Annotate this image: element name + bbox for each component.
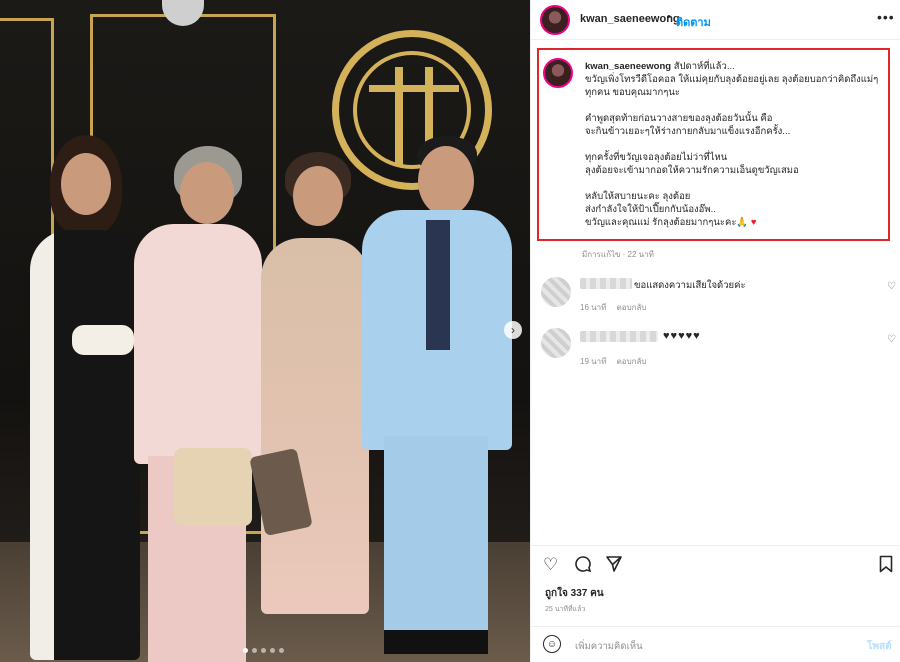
caption-line: คำพูดสุดท้ายก่อนวางสายของลุงต้อยวันนั้น … (585, 113, 773, 124)
header-username[interactable]: kwan_saeneewong (580, 13, 680, 25)
carousel-dot (243, 648, 248, 653)
carousel-dot (279, 648, 284, 653)
posted-time: 25 นาทีที่แล้ว (545, 606, 586, 613)
heart-emoji-icon: ♥ (750, 217, 757, 228)
post-side-panel: kwan_saeneewong • ติดตาม ••• kwan_saenee… (530, 0, 900, 662)
caption-line: จะกินข้าวเยอะๆให้ร่างกายกลับมาแข็งแรงอีก… (585, 126, 791, 137)
person-2 (130, 146, 265, 662)
carousel-dot (270, 648, 275, 653)
comment-time: 16 นาที (580, 303, 607, 312)
carousel-dot (261, 648, 266, 653)
reply-button[interactable]: ตอบกลับ (617, 303, 647, 312)
comment-username-blurred[interactable] (580, 331, 658, 342)
comment-input[interactable]: เพิ่มความคิดเห็น (575, 639, 643, 654)
send-icon[interactable] (605, 555, 623, 578)
add-comment-bar: ☺ เพิ่มความคิดเห็น โพสต์ (531, 626, 900, 662)
heart-outline-icon[interactable]: ♡ (543, 555, 558, 575)
person-4 (362, 136, 512, 662)
comment-meta: 16 นาที ตอบกลับ (580, 301, 655, 314)
reply-button[interactable]: ตอบกลับ (617, 357, 647, 366)
comment-like-icon[interactable]: ♡ (887, 334, 896, 345)
caption-line: ทุกครั้งที่ขวัญเจอลุงต้อยไม่ว่าที่ไหน (585, 152, 728, 163)
comment-username-blurred[interactable] (580, 278, 632, 289)
caption-time: สัปดาห์ที่แล้ว... (673, 61, 735, 72)
post-header: kwan_saeneewong • ติดตาม ••• (531, 0, 900, 40)
caption-line: ส่งกำลังใจให้ป้าเปี๊ยกกับน้องอ๊พ.. (585, 204, 716, 215)
comment-like-icon[interactable]: ♡ (887, 281, 896, 292)
avatar[interactable] (543, 58, 573, 88)
follow-button[interactable]: ติดตาม (676, 13, 711, 31)
caption-line: ลุงต้อยจะเข้ามากอดให้ความรักความเอ็นดูขว… (585, 165, 799, 176)
post-actions-bar: ♡ (531, 545, 900, 581)
carousel-dot (252, 648, 257, 653)
comment-avatar[interactable] (541, 328, 571, 358)
header-separator: • (667, 11, 671, 23)
person-1 (14, 135, 144, 662)
comment-time: 19 นาที (580, 357, 607, 366)
caption: kwan_saeneewong สัปดาห์ที่แล้ว... ขวัญเพ… (585, 60, 885, 229)
person-3 (249, 152, 375, 662)
post-photo[interactable]: › (0, 0, 530, 662)
caption-meta: มีการแก้ไข · 22 นาที (582, 250, 654, 259)
comment-meta: 19 นาที ตอบกลับ (580, 355, 655, 368)
bookmark-icon[interactable] (879, 555, 893, 578)
caption-username[interactable]: kwan_saeneewong (585, 61, 671, 72)
likes-count[interactable]: ถูกใจ 337 คน (545, 586, 604, 601)
caption-line: หลับให้สบายนะคะ ลุงต้อย (585, 191, 691, 202)
caption-line: ขวัญเพิ่งโทรวีดีโอคอล ให้แม่คุยกับลุงต้อ… (585, 74, 879, 98)
more-horizontal-icon[interactable]: ••• (877, 9, 895, 25)
caption-line: ขวัญและคุณแม่ รักลุงต้อยมากๆนะคะ🙏 (585, 217, 749, 228)
comment-avatar[interactable] (541, 277, 571, 307)
carousel-indicator (243, 648, 284, 653)
comment-text: ขอแสดงความเสียใจด้วยค่ะ (634, 280, 746, 291)
comment-text: ♥♥♥♥♥ (663, 330, 701, 342)
avatar[interactable] (540, 5, 570, 35)
caption-highlight-box: kwan_saeneewong สัปดาห์ที่แล้ว... ขวัญเพ… (537, 48, 890, 241)
comment-icon[interactable] (574, 555, 592, 578)
post-comment-button[interactable]: โพสต์ (867, 639, 892, 654)
emoji-icon[interactable]: ☺ (543, 635, 561, 653)
carousel-next-button[interactable]: › (504, 321, 522, 339)
